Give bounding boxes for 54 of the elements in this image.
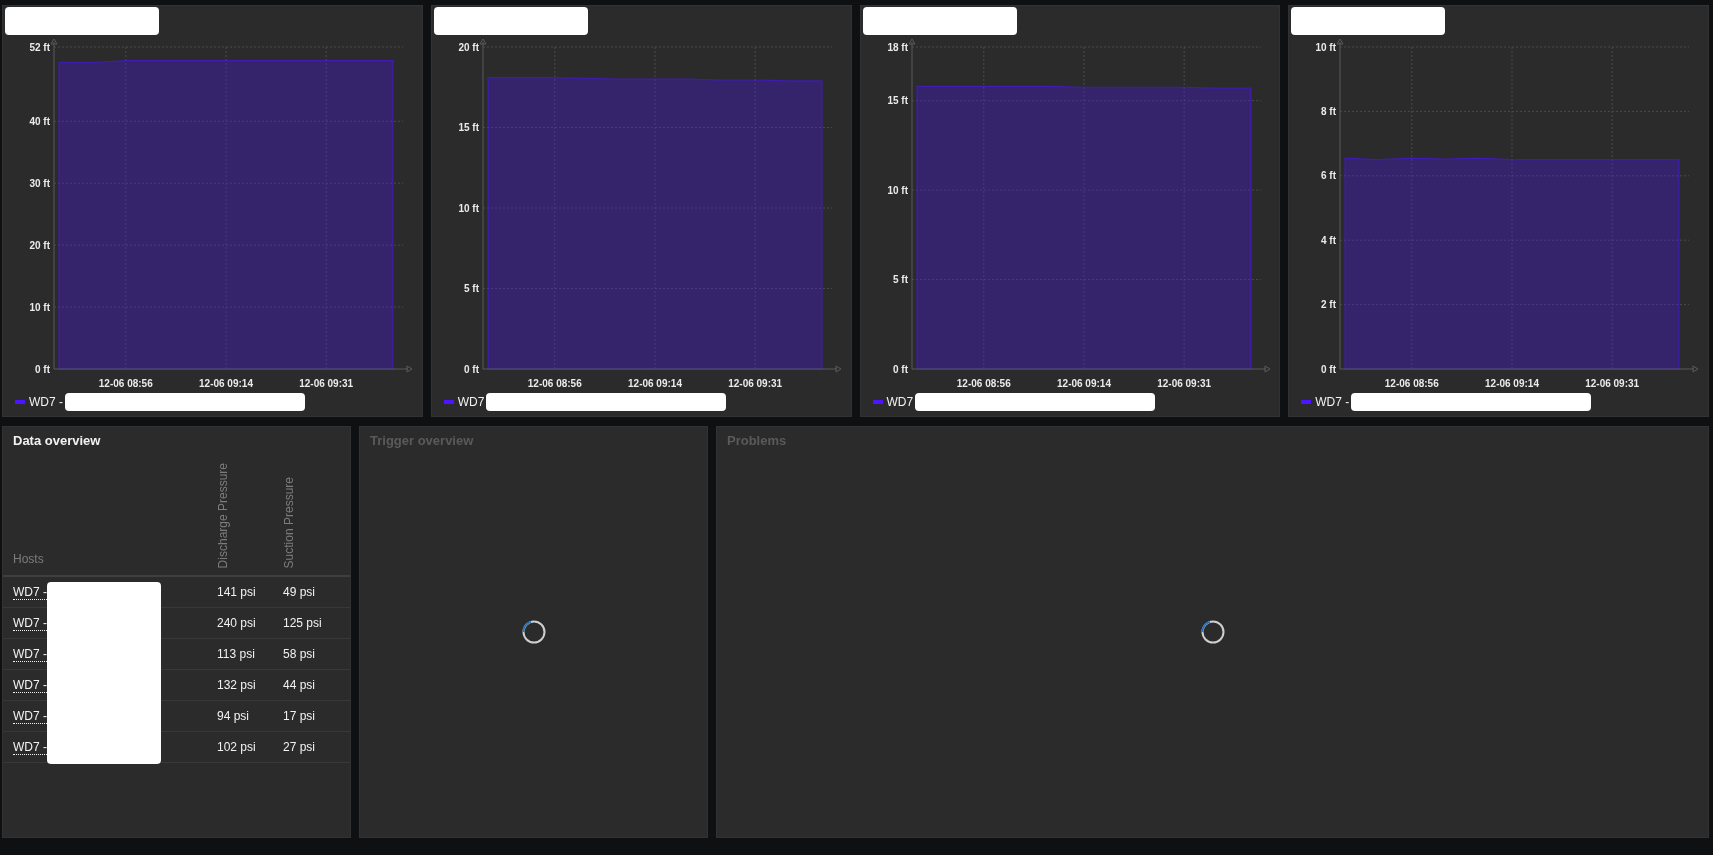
pressure-reading: 240 psi bbox=[217, 616, 256, 630]
pressure-reading: 113 psi bbox=[217, 647, 255, 661]
y-tick-label: 5 ft bbox=[463, 283, 479, 294]
y-tick-label: 40 ft bbox=[29, 115, 50, 127]
pressure-reading: 141 psi bbox=[217, 585, 256, 599]
x-tick-label: 12-06 08:56 bbox=[527, 378, 582, 389]
pressure-reading: 17 psi bbox=[283, 709, 316, 723]
y-tick-label: 10 ft bbox=[1315, 41, 1337, 53]
x-tick-label: 12-06 09:31 bbox=[299, 378, 354, 389]
pressure-reading: 49 psi bbox=[283, 585, 316, 599]
y-tick-label: 20 ft bbox=[458, 41, 479, 53]
y-tick-label: 18 ft bbox=[886, 41, 908, 53]
column-header: Discharge Pressure bbox=[217, 462, 229, 568]
y-tick-label: 30 ft bbox=[29, 177, 50, 189]
pressure-reading: 58 psi bbox=[283, 647, 316, 661]
pressure-reading: 132 psi bbox=[217, 678, 256, 692]
y-tick-label: 8 ft bbox=[1321, 105, 1337, 117]
pressure-reading: 94 psi bbox=[217, 709, 250, 723]
x-tick-label: 12-06 09:14 bbox=[1056, 378, 1111, 389]
y-tick-label: 52 ft bbox=[29, 41, 50, 53]
x-tick-label: 12-06 09:14 bbox=[627, 378, 682, 389]
legend-label: WD7 - bbox=[29, 394, 63, 411]
y-tick-label: 15 ft bbox=[886, 95, 908, 107]
legend-label: WD7 bbox=[886, 394, 914, 411]
pressure-reading: 102 psi bbox=[217, 740, 256, 754]
y-tick-label: 0 ft bbox=[35, 363, 50, 375]
column-header: Suction Pressure bbox=[283, 476, 295, 568]
column-header: Hosts bbox=[13, 551, 44, 568]
x-tick-label: 12-06 09:14 bbox=[199, 378, 253, 389]
y-tick-label: 2 ft bbox=[1321, 299, 1337, 311]
x-tick-label: 12-06 09:31 bbox=[727, 378, 782, 389]
widget-title: Data overview bbox=[12, 432, 102, 450]
y-tick-label: 10 ft bbox=[886, 184, 908, 196]
pressure-reading: 44 psi bbox=[283, 678, 316, 692]
x-tick-label: 12-06 08:56 bbox=[98, 378, 153, 389]
pressure-reading: 125 psi bbox=[283, 616, 322, 630]
y-tick-label: 10 ft bbox=[458, 202, 479, 214]
y-tick-label: 4 ft bbox=[1321, 234, 1337, 246]
y-tick-label: 6 ft bbox=[1321, 170, 1337, 182]
legend-label: WD7 bbox=[457, 394, 485, 411]
x-tick-label: 12-06 09:31 bbox=[1156, 378, 1211, 389]
y-tick-label: 15 ft bbox=[458, 122, 479, 133]
x-tick-label: 12-06 08:56 bbox=[956, 378, 1011, 389]
x-tick-label: 12-06 09:14 bbox=[1485, 378, 1540, 389]
y-tick-label: 0 ft bbox=[892, 363, 908, 375]
legend-label: WD7 - bbox=[1315, 394, 1350, 411]
y-tick-label: 0 ft bbox=[463, 363, 479, 375]
pressure-reading: 27 psi bbox=[283, 740, 316, 754]
x-tick-label: 12-06 08:56 bbox=[1385, 378, 1439, 389]
y-tick-label: 0 ft bbox=[1321, 363, 1337, 375]
y-tick-label: 10 ft bbox=[29, 301, 50, 313]
y-tick-label: 5 ft bbox=[892, 274, 908, 286]
y-tick-label: 20 ft bbox=[29, 239, 50, 251]
x-tick-label: 12-06 09:31 bbox=[1585, 378, 1640, 389]
